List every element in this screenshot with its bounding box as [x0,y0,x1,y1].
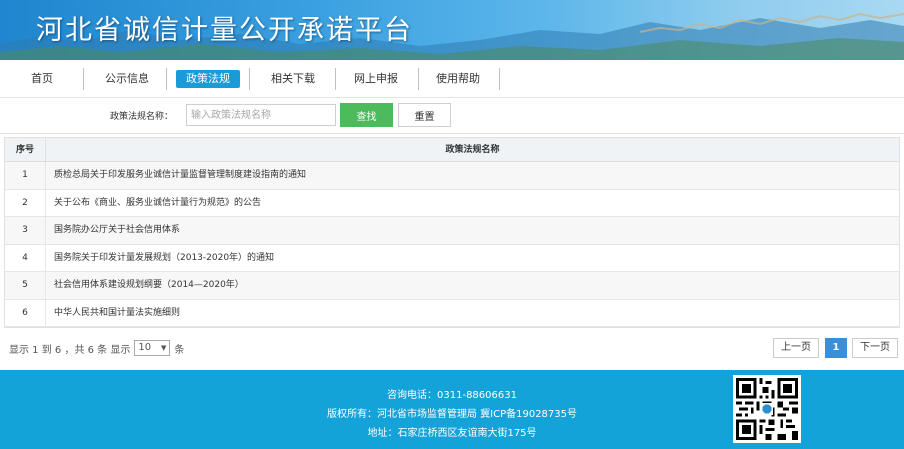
nav-item-policies[interactable]: 政策法规 [176,70,240,88]
table-row[interactable]: 2 关于公布《商业、服务业诚信计量行为规范》的公告 [5,189,899,217]
caret-down-icon: ▼ [160,344,167,352]
table-row[interactable]: 6 中华人民共和国计量法实施细则 [5,299,899,327]
policy-title-link[interactable]: 社会信用体系建设规划纲要（2014—2020年） [46,272,899,299]
nav-divider [166,68,167,90]
row-number: 6 [5,299,46,326]
main-nav: 首页 公示信息 政策法规 相关下载 网上申报 使用帮助 [0,60,904,98]
header-banner: 河北省诚信计量公开承诺平台 [0,0,904,60]
page-1-button[interactable]: 1 [825,338,847,358]
row-number: 4 [5,244,46,271]
find-button[interactable]: 查找 [340,103,393,127]
page-size-value: 10 [138,342,152,353]
row-number: 1 [5,162,46,189]
policy-title-link[interactable]: 质检总局关于印发服务业诚信计量监督管理制度建设指南的通知 [46,162,899,189]
pagination-summary: 显示 1 到 6 ，共 6 条 显示 [9,344,131,356]
nav-item-help[interactable]: 使用帮助 [426,70,490,88]
next-page-button[interactable]: 下一页 [852,338,898,358]
row-number: 3 [5,217,46,244]
prev-page-button[interactable]: 上一页 [773,338,819,358]
search-bar: 政策法规名称： 查找 重置 [0,98,904,134]
policy-title-link[interactable]: 关于公布《商业、服务业诚信计量行为规范》的公告 [46,190,899,217]
page-size-select[interactable]: 10 ▼ [134,340,171,356]
nav-divider [335,68,336,90]
pagination-info: 显示 1 到 6 ，共 6 条 显示 10 ▼ 条 [9,340,184,356]
nav-divider [83,68,84,90]
table-body: 1 质检总局关于印发服务业诚信计量监督管理制度建设指南的通知 2 关于公布《商业… [5,162,899,327]
policy-name-input[interactable] [186,104,336,126]
row-number: 2 [5,189,46,216]
table-row[interactable]: 4 国务院关于印发计量发展规划（2013-2020年）的通知 [5,244,899,272]
policy-title-link[interactable]: 国务院关于印发计量发展规划（2013-2020年）的通知 [46,245,899,272]
table-row[interactable]: 5 社会信用体系建设规划纲要（2014—2020年） [5,272,899,300]
column-header-no: 序号 [5,138,46,161]
site-title: 河北省诚信计量公开承诺平台 [36,15,413,46]
table-row[interactable]: 1 质检总局关于印发服务业诚信计量监督管理制度建设指南的通知 [5,162,899,190]
policy-title-link[interactable]: 国务院办公厅关于社会信用体系 [46,217,899,244]
nav-item-public-info[interactable]: 公示信息 [97,70,157,88]
table-header: 序号 政策法规名称 [5,138,899,162]
policy-title-link[interactable]: 中华人民共和国计量法实施细则 [46,300,899,327]
nav-item-online-apply[interactable]: 网上申报 [344,70,408,88]
nav-divider [418,68,419,90]
column-header-name: 政策法规名称 [445,145,500,155]
pagination-suffix: 条 [174,344,185,356]
table-row[interactable]: 3 国务院办公厅关于社会信用体系 [5,217,899,245]
search-label: 政策法规名称： [110,112,174,122]
row-number: 5 [5,272,46,299]
nav-divider [249,68,250,90]
qr-code-icon [733,375,801,443]
nav-divider [499,68,500,90]
nav-item-downloads[interactable]: 相关下载 [261,70,325,88]
reset-button[interactable]: 重置 [398,103,451,127]
nav-item-home[interactable]: 首页 [22,70,62,88]
policy-table: 序号 政策法规名称 1 质检总局关于印发服务业诚信计量监督管理制度建设指南的通知… [4,137,900,328]
